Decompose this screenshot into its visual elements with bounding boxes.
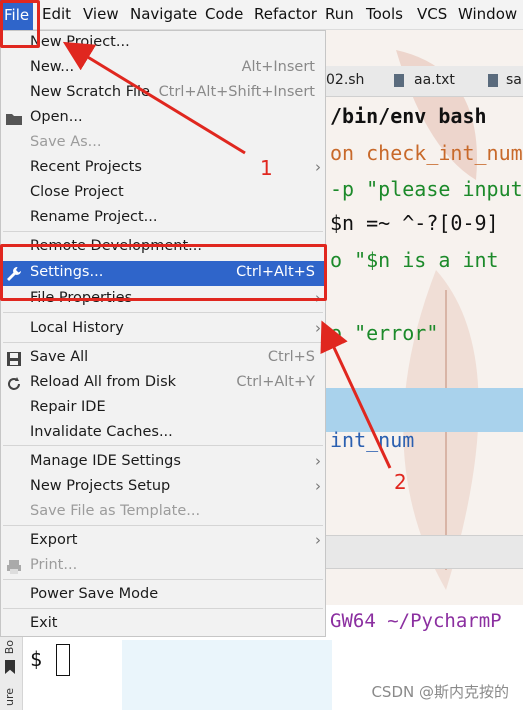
annotation-label-1: 1 bbox=[260, 156, 273, 180]
annotation-label-2: 2 bbox=[394, 470, 407, 494]
annotation-arrows bbox=[62, 41, 392, 469]
watermark: CSDN @斯内克按的 bbox=[371, 683, 509, 701]
